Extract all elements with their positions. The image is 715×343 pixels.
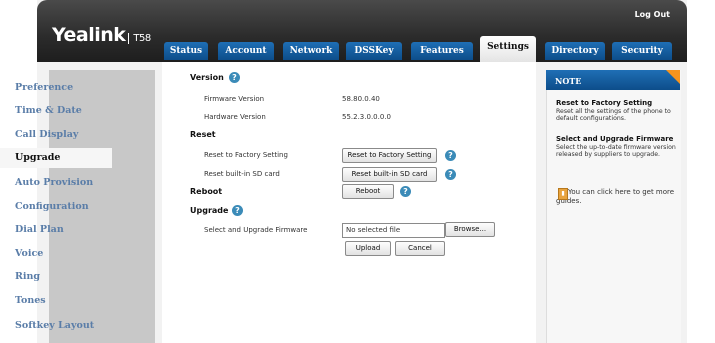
tab-security[interactable]: Security bbox=[612, 42, 672, 60]
tab-dsskey[interactable]: DSSKey bbox=[346, 42, 402, 60]
firmware-version-value: 58.80.0.40 bbox=[342, 95, 380, 103]
sidebar-item-auto-provision[interactable]: Auto Provision bbox=[0, 173, 106, 193]
sidebar-item-tones[interactable]: Tones bbox=[0, 291, 106, 311]
note-reset-title: Reset to Factory Setting bbox=[556, 99, 653, 107]
help-icon[interactable]: ? bbox=[400, 186, 411, 197]
reset-factory-label: Reset to Factory Setting bbox=[204, 151, 288, 159]
note-heading: NOTE bbox=[546, 70, 680, 90]
tab-account[interactable]: Account bbox=[218, 42, 274, 60]
sidebar-item-dial-plan[interactable]: Dial Plan bbox=[0, 220, 106, 240]
reboot-button[interactable]: Reboot bbox=[342, 184, 394, 199]
sidebar-item-call-display[interactable]: Call Display bbox=[0, 125, 106, 145]
sidebar-item-ring[interactable]: Ring bbox=[0, 267, 106, 287]
upload-button[interactable]: Upload bbox=[345, 241, 391, 256]
reset-heading: Reset bbox=[190, 130, 216, 139]
brand-name: Yealink bbox=[52, 24, 126, 46]
help-icon[interactable]: ? bbox=[445, 169, 456, 180]
note-upgrade-text: Select the up-to-date firmware version r… bbox=[556, 144, 676, 158]
sidebar-item-preference[interactable]: Preference bbox=[0, 78, 106, 98]
sidebar-item-configuration[interactable]: Configuration bbox=[0, 197, 106, 217]
guide-link[interactable]: You can click here to get more guides. bbox=[556, 188, 676, 206]
note-reset-text: Reset all the settings of the phone to d… bbox=[556, 108, 671, 122]
main-content bbox=[162, 62, 536, 343]
sidebar-item-upgrade[interactable]: Upgrade bbox=[0, 148, 112, 168]
brand-logo: Yealink T58 bbox=[52, 24, 151, 46]
upgrade-heading: Upgrade bbox=[190, 206, 229, 215]
browse-button[interactable]: Browse... bbox=[445, 222, 495, 237]
help-icon[interactable]: ? bbox=[229, 72, 240, 83]
sidebar-item-voice[interactable]: Voice bbox=[0, 244, 106, 264]
tab-directory[interactable]: Directory bbox=[545, 42, 605, 60]
book-icon[interactable]: ▮ bbox=[558, 188, 568, 200]
cancel-button[interactable]: Cancel bbox=[395, 241, 445, 256]
tab-features[interactable]: Features bbox=[411, 42, 473, 60]
tab-status[interactable]: Status bbox=[164, 42, 208, 60]
logout-link[interactable]: Log Out bbox=[635, 10, 670, 19]
tab-settings[interactable]: Settings bbox=[480, 36, 536, 62]
model-name: T58 bbox=[128, 33, 151, 44]
reset-factory-button[interactable]: Reset to Factory Setting bbox=[342, 148, 437, 163]
note-corner-decoration bbox=[666, 70, 680, 84]
reset-sd-button[interactable]: Reset built-in SD card bbox=[342, 167, 437, 182]
sidebar-item-time-date[interactable]: Time & Date bbox=[0, 101, 106, 121]
help-icon[interactable]: ? bbox=[232, 205, 243, 216]
firmware-version-label: Firmware Version bbox=[204, 95, 265, 103]
note-upgrade-title: Select and Upgrade Firmware bbox=[556, 135, 674, 143]
version-heading: Version bbox=[190, 73, 224, 82]
tab-network[interactable]: Network bbox=[283, 42, 339, 60]
hardware-version-label: Hardware Version bbox=[204, 113, 266, 121]
hardware-version-value: 55.2.3.0.0.0.0 bbox=[342, 113, 391, 121]
sidebar-item-softkey-layout[interactable]: Softkey Layout bbox=[0, 316, 106, 336]
reset-sd-label: Reset built-in SD card bbox=[204, 170, 280, 178]
help-icon[interactable]: ? bbox=[445, 150, 456, 161]
firmware-file-field[interactable]: No selected file bbox=[342, 223, 445, 238]
select-firmware-label: Select and Upgrade Firmware bbox=[204, 226, 308, 234]
reboot-heading: Reboot bbox=[190, 187, 223, 196]
